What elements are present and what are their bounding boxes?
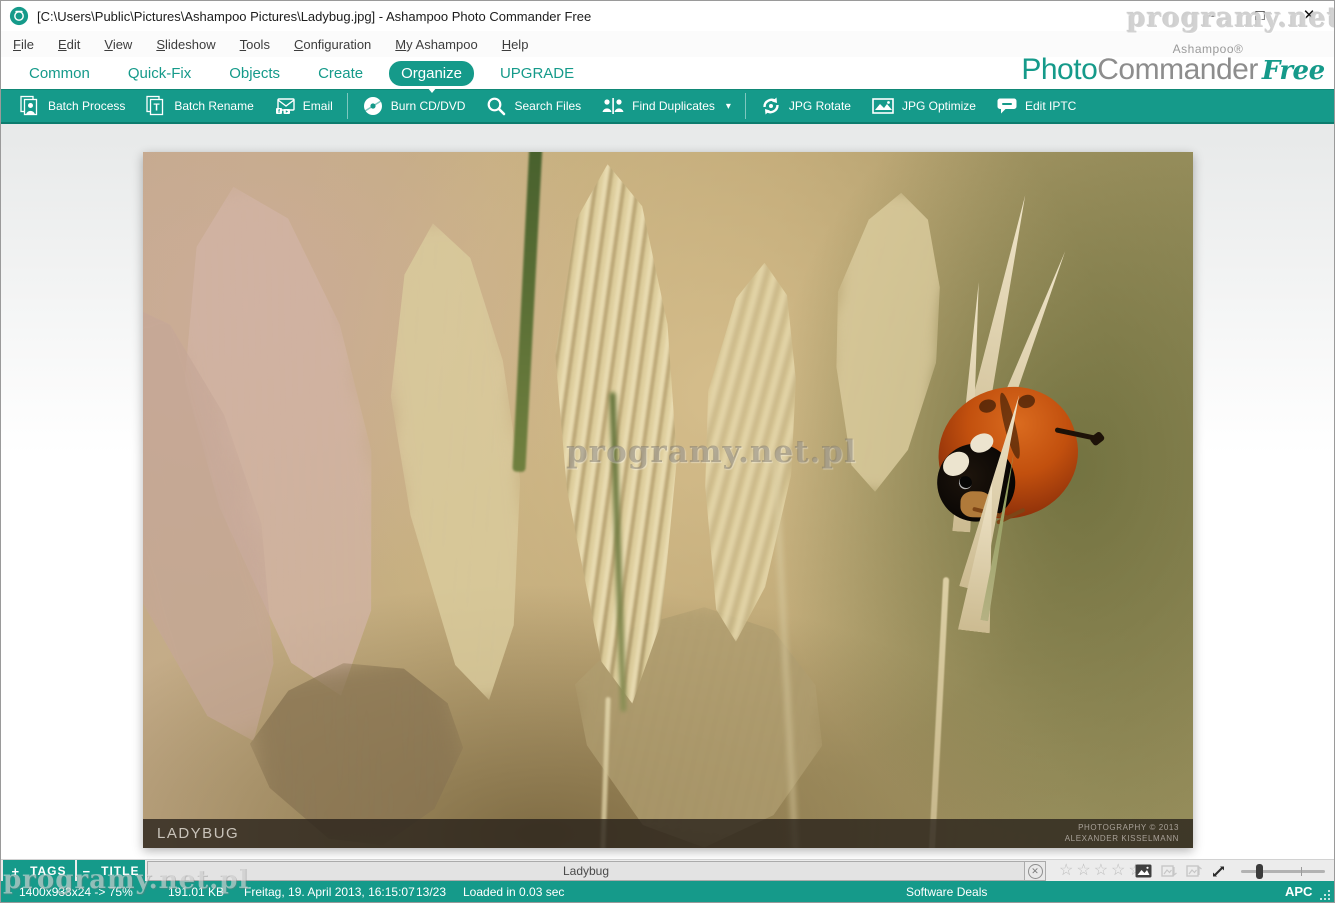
toolbar-separator [347, 93, 348, 119]
status-dimensions: 1400x933x24 -> 75% [19, 885, 133, 899]
star-icon[interactable]: ☆ [1094, 863, 1108, 879]
tab-objects[interactable]: Objects [217, 61, 292, 86]
status-file-size: 191.01 KB [168, 885, 224, 899]
tab-create[interactable]: Create [306, 61, 375, 86]
menu-help[interactable]: Help [502, 37, 529, 52]
clear-icon: ✕ [1028, 864, 1043, 879]
window-title: [C:\Users\Public\Pictures\Ashampoo Pictu… [37, 9, 591, 24]
tags-title-bar: + TAGS − TITLE ✕ ☆ ☆ ☆ ☆ ☆ [1, 859, 1334, 881]
menu-view[interactable]: View [104, 37, 132, 52]
wheat-stem [929, 577, 949, 848]
star-rating: ☆ ☆ ☆ ☆ ☆ [1059, 860, 1143, 882]
status-date: Freitag, 19. April 2013, 16:15:07 [244, 885, 415, 899]
photo-caption-bar: LADYBUG PHOTOGRAPHY © 2013 ALEXANDER KIS… [143, 819, 1193, 848]
star-icon[interactable]: ☆ [1111, 863, 1125, 879]
wheat-stalk [687, 259, 810, 645]
main-toolbar: Batch Process T Batch Rename f Email [1, 89, 1334, 124]
tab-quick-fix[interactable]: Quick-Fix [116, 61, 203, 86]
svg-text:f: f [278, 109, 280, 115]
app-window: [C:\Users\Public\Pictures\Ashampoo Pictu… [0, 0, 1335, 903]
viewer-area: LADYBUG PHOTOGRAPHY © 2013 ALEXANDER KIS… [1, 124, 1334, 859]
minus-icon: − [83, 864, 92, 879]
search-files-button[interactable]: Search Files [475, 90, 591, 122]
maximize-button[interactable]: □ [1249, 5, 1271, 27]
title-bar: [C:\Users\Public\Pictures\Ashampoo Pictu… [1, 1, 1334, 31]
rotate-left-icon[interactable] [1161, 864, 1177, 878]
fullscreen-icon[interactable] [1211, 864, 1226, 879]
plus-icon: + [11, 864, 20, 879]
tab-common[interactable]: Common [17, 61, 102, 86]
wheat-stalk [818, 187, 954, 496]
find-duplicates-dropdown-icon[interactable]: ▾ [726, 101, 731, 112]
zoom-slider-track[interactable] [1241, 870, 1325, 873]
batch-rename-button[interactable]: T Batch Rename [135, 90, 263, 122]
title-input[interactable] [148, 862, 1024, 880]
menu-file[interactable]: File [13, 37, 34, 52]
software-deals-link[interactable]: Software Deals [906, 885, 987, 899]
toolbar-separator [745, 93, 746, 119]
find-duplicates-button[interactable]: Find Duplicates ▾ [591, 90, 741, 122]
wheat-stalk [240, 647, 477, 848]
email-icon: f [274, 95, 296, 117]
search-icon [485, 95, 507, 117]
rotate-icon [760, 95, 782, 117]
menu-tools[interactable]: Tools [240, 37, 270, 52]
edit-iptc-button[interactable]: Edit IPTC [986, 90, 1086, 122]
resize-grip-icon[interactable] [1316, 886, 1330, 900]
menu-my-ashampoo[interactable]: My Ashampoo [395, 37, 477, 52]
menu-edit[interactable]: Edit [58, 37, 80, 52]
find-duplicates-icon [601, 95, 625, 117]
close-button[interactable]: ✕ [1298, 5, 1320, 27]
speech-bubble-icon [996, 95, 1018, 117]
photo-credit: PHOTOGRAPHY © 2013 ALEXANDER KISSELMANN [1065, 823, 1179, 845]
zoom-slider[interactable] [1241, 860, 1325, 882]
view-controls [1135, 860, 1226, 882]
batch-process-icon [19, 95, 41, 117]
tab-upgrade[interactable]: UPGRADE [488, 61, 586, 86]
menu-slideshow[interactable]: Slideshow [156, 37, 215, 52]
photo-title-field [147, 861, 1025, 881]
zoom-slider-thumb[interactable] [1256, 864, 1263, 879]
tab-organize[interactable]: Organize [389, 61, 474, 86]
burn-cd-dvd-button[interactable]: Burn CD/DVD [352, 90, 476, 122]
status-load-time: Loaded in 0.03 sec [463, 885, 564, 899]
thumbnail-view-icon[interactable] [1135, 864, 1152, 878]
zoom-slider-tick [1301, 867, 1302, 876]
jpg-optimize-button[interactable]: JPG Optimize [861, 90, 986, 122]
svg-text:T: T [154, 103, 160, 114]
email-button[interactable]: f Email [264, 90, 343, 122]
add-tags-button[interactable]: + TAGS [3, 860, 75, 882]
star-icon[interactable]: ☆ [1059, 863, 1073, 879]
image-icon [871, 95, 895, 117]
ribbon-tab-bar: Common Quick-Fix Objects Create Organize… [1, 57, 1334, 89]
remove-title-button[interactable]: − TITLE [77, 860, 145, 882]
jpg-rotate-button[interactable]: JPG Rotate [750, 90, 861, 122]
status-image-index: 13/23 [416, 885, 446, 899]
batch-rename-icon: T [145, 95, 167, 117]
batch-process-button[interactable]: Batch Process [9, 90, 135, 122]
rotate-right-icon[interactable] [1186, 864, 1202, 878]
burn-disc-icon [362, 95, 384, 117]
minimize-button[interactable]: – [1200, 5, 1222, 27]
status-brand-code: APC [1285, 884, 1312, 899]
app-icon [9, 6, 29, 26]
photo-caption: LADYBUG [157, 825, 239, 842]
star-icon[interactable]: ☆ [1076, 863, 1090, 879]
photo-ladybug[interactable]: LADYBUG PHOTOGRAPHY © 2013 ALEXANDER KIS… [143, 152, 1193, 848]
clear-title-button[interactable]: ✕ [1024, 861, 1046, 881]
menu-bar: File Edit View Slideshow Tools Configura… [1, 31, 1334, 57]
grass-blade [512, 152, 542, 472]
status-bar: 1400x933x24 -> 75% 191.01 KB Freitag, 19… [1, 881, 1334, 903]
menu-configuration[interactable]: Configuration [294, 37, 371, 52]
